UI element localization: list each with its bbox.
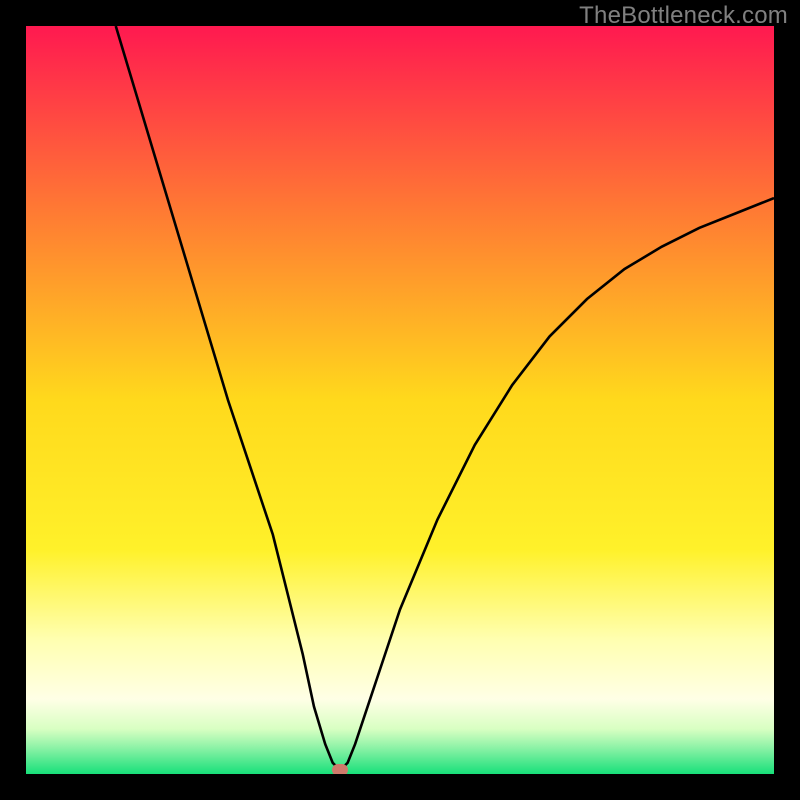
bottleneck-curve: [26, 26, 774, 774]
watermark-text: TheBottleneck.com: [579, 2, 788, 30]
plot-area: [26, 26, 774, 774]
min-point-marker: [332, 764, 348, 774]
chart-frame: TheBottleneck.com: [0, 0, 800, 800]
